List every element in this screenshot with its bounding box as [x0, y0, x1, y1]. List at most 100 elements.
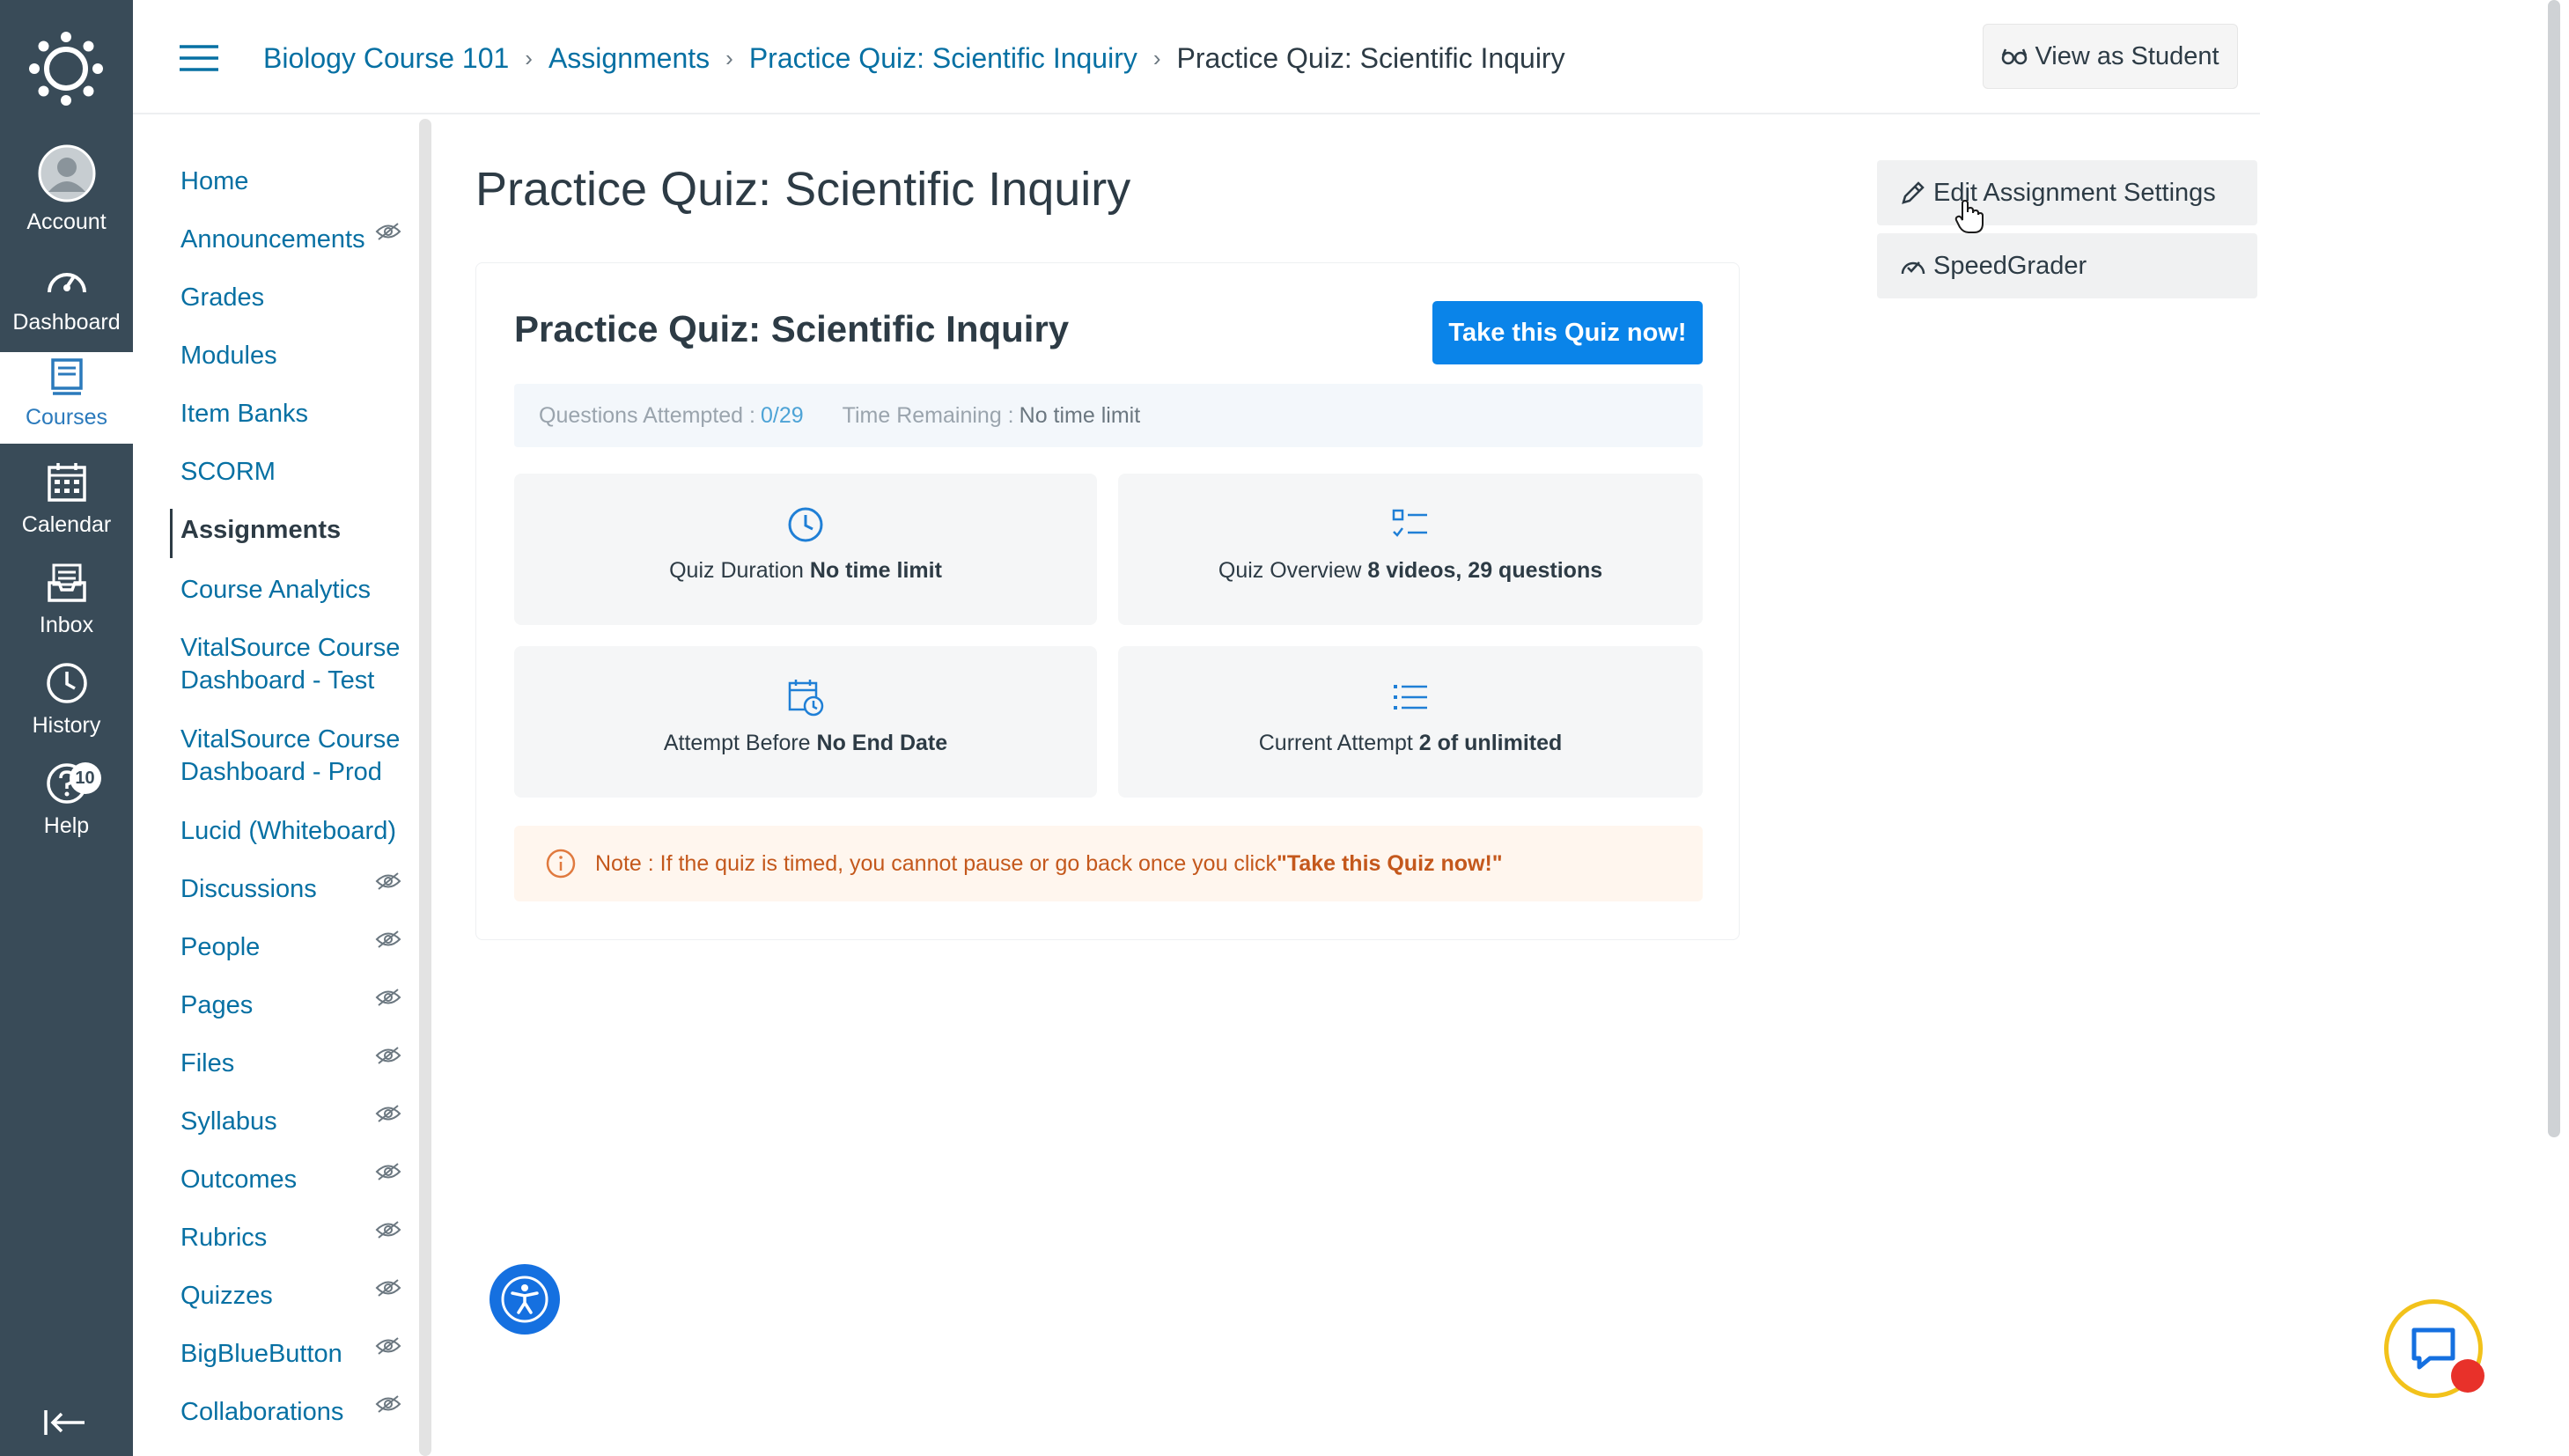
course-nav-files[interactable]: Files [180, 1048, 234, 1080]
hidden-eye-icon [375, 871, 401, 895]
speedgrader-button[interactable]: SpeedGrader [1877, 233, 2257, 298]
hidden-eye-icon [375, 1104, 401, 1128]
course-nav-assignments[interactable]: Assignments [180, 514, 341, 547]
quiz-overview-value: 8 videos, 29 questions [1367, 558, 1603, 583]
speedgrader-label: SpeedGrader [1933, 251, 2087, 280]
course-nav-outcomes[interactable]: Outcomes [180, 1164, 297, 1196]
course-nav-rubrics[interactable]: Rubrics [180, 1222, 267, 1254]
breadcrumb-separator-icon: › [525, 44, 533, 71]
view-as-student-button[interactable]: View as Student [1983, 24, 2238, 89]
dashboard-icon [36, 255, 98, 305]
course-nav: Home Announcements Grades Modules Item Banks… [133, 123, 415, 1456]
quiz-duration-label: Quiz Duration [669, 558, 810, 583]
course-nav-collaborations[interactable]: Collaborations [180, 1396, 343, 1429]
course-nav-people[interactable]: People [180, 931, 260, 964]
current-attempt-value: 2 of unlimited [1418, 731, 1563, 755]
global-nav-history-label: History [32, 713, 101, 738]
global-nav-dashboard[interactable]: Dashboard [0, 255, 133, 335]
collapse-nav-icon[interactable] [42, 1405, 90, 1440]
hidden-eye-icon [375, 1336, 401, 1360]
attempt-before-tile: Attempt Before No End Date [514, 646, 1097, 798]
breadcrumb-separator-icon: › [1152, 44, 1161, 71]
header-divider [133, 113, 2260, 114]
take-quiz-button[interactable]: Take this Quiz now! [1432, 301, 1703, 364]
quiz-overview-label: Quiz Overview [1218, 558, 1368, 583]
breadcrumb-course[interactable]: Biology Course 101 [263, 42, 509, 75]
course-nav-lucid-whiteboard[interactable]: Lucid (Whiteboard) [180, 815, 396, 848]
quiz-duration-tile: Quiz Duration No time limit [514, 474, 1097, 625]
breadcrumb-quiz[interactable]: Practice Quiz: Scientific Inquiry [749, 42, 1137, 75]
current-attempt-tile: Current Attempt 2 of unlimited [1118, 646, 1703, 798]
edit-assignment-settings-button[interactable]: Edit Assignment Settings [1877, 160, 2257, 225]
breadcrumb: Biology Course 101 › Assignments › Pract… [263, 39, 1565, 77]
course-nav-pages[interactable]: Pages [180, 989, 253, 1022]
checklist-icon [1392, 505, 1429, 544]
hidden-eye-icon [375, 1046, 401, 1070]
time-remaining-value: No time limit [1019, 402, 1141, 428]
global-nav-dashboard-label: Dashboard [12, 310, 121, 335]
quiz-overview-tile: Quiz Overview 8 videos, 29 questions [1118, 474, 1703, 625]
hidden-eye-icon [375, 1220, 401, 1244]
global-nav-account[interactable]: Account [0, 143, 133, 235]
hamburger-menu-icon[interactable] [180, 44, 218, 72]
speedgrader-icon [1900, 254, 1926, 277]
avatar-icon [36, 143, 98, 204]
course-nav-scorm[interactable]: SCORM [180, 456, 276, 489]
quiz-note: Note : If the quiz is timed, you cannot … [514, 826, 1703, 901]
course-nav-vitalsource-course-dashboard-test[interactable]: VitalSource Course Dashboard - Test [180, 632, 401, 697]
course-nav-quizzes[interactable]: Quizzes [180, 1280, 273, 1313]
hidden-eye-icon [375, 930, 401, 953]
breadcrumb-assignments[interactable]: Assignments [548, 42, 710, 75]
hidden-eye-icon [375, 988, 401, 1011]
global-nav-courses[interactable]: Courses [0, 352, 133, 444]
course-nav-modules[interactable]: Modules [180, 340, 277, 372]
breadcrumb-current: Practice Quiz: Scientific Inquiry [1176, 41, 1565, 74]
course-nav-active-indicator [170, 509, 173, 558]
global-nav-account-label: Account [26, 210, 107, 234]
questions-attempted-value: 0/29 [760, 402, 804, 428]
global-nav-help-label: Help [43, 813, 90, 838]
pencil-icon [1900, 180, 1926, 206]
course-nav-bigbluebutton[interactable]: BigBlueButton [180, 1338, 342, 1371]
breadcrumb-separator-icon: › [725, 44, 733, 71]
course-nav-discussions[interactable]: Discussions [180, 873, 317, 906]
info-icon [546, 849, 576, 879]
note-emphasis: "Take this Quiz now!" [1277, 850, 1503, 876]
help-icon: 10 [36, 759, 101, 808]
view-as-student-label: View as Student [2035, 41, 2219, 70]
time-remaining-label: Time Remaining : [842, 402, 1014, 428]
attempt-before-label: Attempt Before [663, 731, 817, 755]
course-nav-scrollbar[interactable] [419, 119, 431, 1456]
global-nav-history[interactable]: History [0, 658, 133, 739]
global-nav-help[interactable]: 10 Help [0, 759, 133, 839]
inbox-icon [36, 558, 98, 607]
global-nav-inbox[interactable]: Inbox [0, 558, 133, 638]
hidden-eye-icon [375, 1162, 401, 1186]
course-nav-grades[interactable]: Grades [180, 282, 264, 314]
quiz-duration-value: No time limit [809, 558, 942, 583]
chat-notification-dot [2451, 1359, 2484, 1393]
global-nav-calendar[interactable]: Calendar [0, 458, 133, 538]
accessibility-icon [500, 1275, 549, 1324]
global-nav-courses-label: Courses [25, 405, 108, 430]
course-nav-syllabus[interactable]: Syllabus [180, 1106, 277, 1138]
course-nav-home[interactable]: Home [180, 165, 248, 198]
help-badge: 10 [69, 762, 101, 794]
calendar-icon [36, 458, 98, 507]
chat-bubble-icon [2409, 1325, 2458, 1372]
course-nav-course-analytics[interactable]: Course Analytics [180, 574, 371, 607]
global-nav-calendar-label: Calendar [21, 512, 112, 537]
canvas-logo-icon[interactable] [29, 32, 103, 106]
attempt-before-value: No End Date [816, 731, 948, 755]
quiz-heading: Practice Quiz: Scientific Inquiry [514, 308, 1070, 349]
page-scrollbar[interactable] [2548, 0, 2560, 1137]
course-nav-vitalsource-course-dashboard-prod[interactable]: VitalSource Course Dashboard - Prod [180, 724, 401, 789]
history-icon [36, 658, 98, 708]
accessibility-button[interactable] [490, 1264, 560, 1335]
note-text: Note : If the quiz is timed, you cannot … [595, 850, 1277, 876]
course-nav-item-banks[interactable]: Item Banks [180, 398, 308, 430]
hidden-eye-icon [375, 222, 401, 246]
questions-attempted-label: Questions Attempted : [539, 402, 755, 428]
calendar-clock-icon [787, 678, 824, 717]
course-nav-announcements[interactable]: Announcements [180, 224, 365, 256]
